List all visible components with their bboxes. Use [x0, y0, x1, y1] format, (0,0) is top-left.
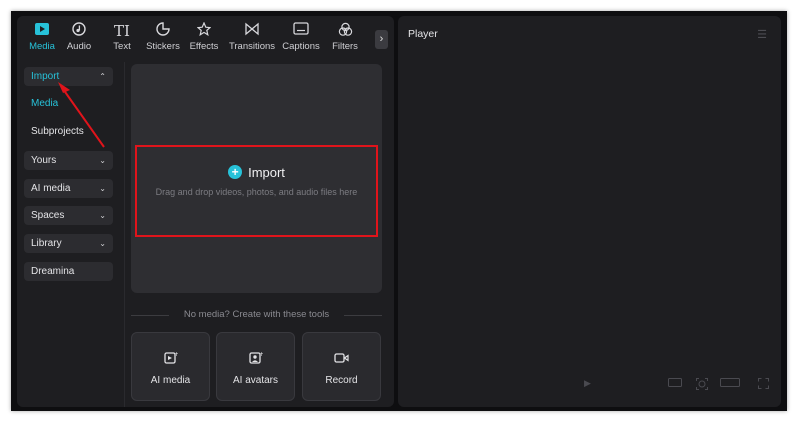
tool-card-label: Record [325, 375, 358, 386]
sidebar-item-label: AI media [31, 183, 71, 194]
ai-avatar-icon: + [217, 351, 294, 367]
app-window: Media Audio TI Text Stickers Effects Tra… [11, 11, 787, 411]
chevron-right-icon: › [379, 33, 384, 45]
sidebar-item-ai-media[interactable]: AI media ⌄ [24, 179, 113, 198]
sidebar-item-library[interactable]: Library ⌄ [24, 234, 113, 253]
focus-icon[interactable] [696, 378, 708, 392]
import-row: + Import [137, 165, 376, 180]
divider-line [344, 315, 382, 316]
tab-captions[interactable]: Captions [276, 22, 326, 52]
ai-avatars-tool-button[interactable]: + AI avatars [216, 332, 295, 401]
sidebar-item-label: Library [31, 238, 62, 249]
tab-transitions[interactable]: Transitions [227, 22, 277, 52]
tab-label: Filters [332, 41, 358, 52]
sidebar-item-spaces[interactable]: Spaces ⌄ [24, 206, 113, 225]
aspect-ratio-icon[interactable] [668, 378, 682, 389]
filters-icon [320, 22, 370, 40]
player-panel: Player ☰ ▶ [398, 16, 781, 407]
transitions-icon [227, 22, 277, 40]
effects-icon [179, 21, 229, 40]
tab-label: Captions [282, 41, 320, 52]
sidebar-item-dreamina[interactable]: Dreamina [24, 262, 113, 281]
fullscreen-icon[interactable] [758, 378, 769, 391]
tool-card-label: AI avatars [232, 375, 279, 386]
tab-effects[interactable]: Effects [179, 21, 229, 52]
chevron-down-icon: ⌄ [99, 239, 106, 248]
quality-icon[interactable] [720, 378, 740, 389]
annotation-arrow [58, 82, 105, 148]
import-hint: Drag and drop videos, photos, and audio … [155, 187, 358, 197]
record-tool-button[interactable]: Record [302, 332, 381, 401]
plus-icon: + [228, 165, 243, 179]
tab-filters[interactable]: Filters [320, 22, 370, 52]
play-icon[interactable]: ▶ [584, 378, 591, 389]
video-camera-icon [303, 351, 380, 367]
import-button[interactable]: + Import Drag and drop videos, photos, an… [135, 145, 378, 237]
menu-icon[interactable]: ☰ [757, 28, 767, 41]
player-title: Player [408, 28, 438, 40]
tab-label: Transitions [228, 41, 276, 52]
sidebar-item-label: Dreamina [31, 266, 75, 277]
ai-media-tool-button[interactable]: + AI media [131, 332, 210, 401]
chevron-down-icon: ⌄ [99, 184, 106, 193]
tool-card-label: AI media [150, 375, 191, 386]
sidebar-item-label: Spaces [31, 210, 65, 221]
toolbar-scroll-right-button[interactable]: › [375, 30, 388, 49]
captions-icon [276, 22, 326, 40]
create-tools-divider: No media? Create with these tools [131, 309, 382, 321]
import-title: Import [248, 165, 285, 180]
chevron-down-icon: ⌄ [99, 211, 106, 220]
tab-label: Effects [189, 41, 219, 52]
svg-text:+: + [259, 351, 263, 358]
svg-text:+: + [174, 351, 178, 358]
ai-image-icon: + [132, 351, 209, 367]
